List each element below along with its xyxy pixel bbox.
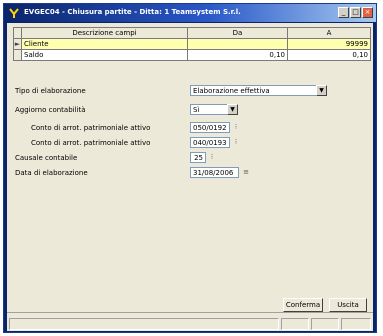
column-header: A xyxy=(287,27,371,39)
conto-arrot-2-input[interactable]: 040/0193 xyxy=(190,137,230,148)
table-row[interactable]: Saldo 0,10 0,10 xyxy=(13,49,371,61)
status-bar xyxy=(7,317,373,331)
maximize-button[interactable]: □ xyxy=(350,7,361,18)
calendar-icon[interactable]: ≡ xyxy=(242,167,250,177)
column-header: Descrizione campi xyxy=(21,27,188,39)
causale-contabile-input[interactable]: 25 xyxy=(190,152,206,163)
lookup-icon[interactable]: ⁝ xyxy=(208,152,216,162)
chevron-down-icon[interactable]: ▼ xyxy=(227,104,238,115)
table-cell[interactable]: Cliente xyxy=(21,38,188,50)
chevron-down-icon[interactable]: ▼ xyxy=(316,85,327,96)
table-cell[interactable] xyxy=(187,38,288,50)
row-indicator-icon: ► xyxy=(13,38,22,50)
column-header: Da xyxy=(187,27,288,39)
window-title: EVGEC04 - Chiusura partite - Ditta: 1 Te… xyxy=(24,8,241,16)
app-window: EVGEC04 - Chiusura partite - Ditta: 1 Te… xyxy=(3,3,377,333)
conto-arrot-2-label: Conto di arrot. patrimoniale attivo xyxy=(31,139,151,147)
data-elaborazione-label: Data di elaborazione xyxy=(15,169,88,177)
tipo-elaborazione-label: Tipo di elaborazione xyxy=(15,87,86,95)
title-bar[interactable]: EVGEC04 - Chiusura partite - Ditta: 1 Te… xyxy=(4,4,376,22)
row-indicator-icon xyxy=(13,49,22,61)
dialog-body: Descrizione campi Da A ► Cliente 99999 S… xyxy=(7,23,373,331)
app-icon xyxy=(9,8,19,18)
table-header: Descrizione campi Da A xyxy=(13,27,371,39)
conto-arrot-1-input[interactable]: 050/0192 xyxy=(190,122,230,133)
tipo-elaborazione-select[interactable]: Elaborazione effettiva xyxy=(190,85,317,96)
minimize-button[interactable]: _ xyxy=(338,7,349,18)
status-panel xyxy=(311,318,339,330)
uscita-button[interactable]: Uscita xyxy=(329,298,367,312)
aggiorno-contabilita-label: Aggiorno contabilità xyxy=(15,106,86,114)
table-cell[interactable]: 99999 xyxy=(287,38,371,50)
causale-contabile-label: Causale contabile xyxy=(15,154,78,162)
status-panel xyxy=(281,318,309,330)
status-panel xyxy=(341,318,371,330)
table-cell[interactable]: 0,10 xyxy=(287,49,371,61)
lookup-icon[interactable]: ⁝ xyxy=(232,137,240,147)
lookup-icon[interactable]: ⁝ xyxy=(232,122,240,132)
close-button[interactable]: × xyxy=(362,7,373,18)
header-indicator xyxy=(13,27,22,39)
status-panel xyxy=(9,318,279,330)
ranges-table: Descrizione campi Da A ► Cliente 99999 S… xyxy=(13,27,371,61)
table-cell[interactable]: Saldo xyxy=(21,49,188,61)
conferma-button[interactable]: Conferma xyxy=(283,298,323,312)
aggiorno-contabilita-select[interactable]: Sì xyxy=(190,104,228,115)
conto-arrot-1-label: Conto di arrot. patrimoniale attivo xyxy=(31,124,151,132)
divider xyxy=(7,312,373,313)
table-cell[interactable]: 0,10 xyxy=(187,49,288,61)
data-elaborazione-input[interactable]: 31/08/2006 xyxy=(190,167,239,178)
table-row[interactable]: ► Cliente 99999 xyxy=(13,38,371,50)
